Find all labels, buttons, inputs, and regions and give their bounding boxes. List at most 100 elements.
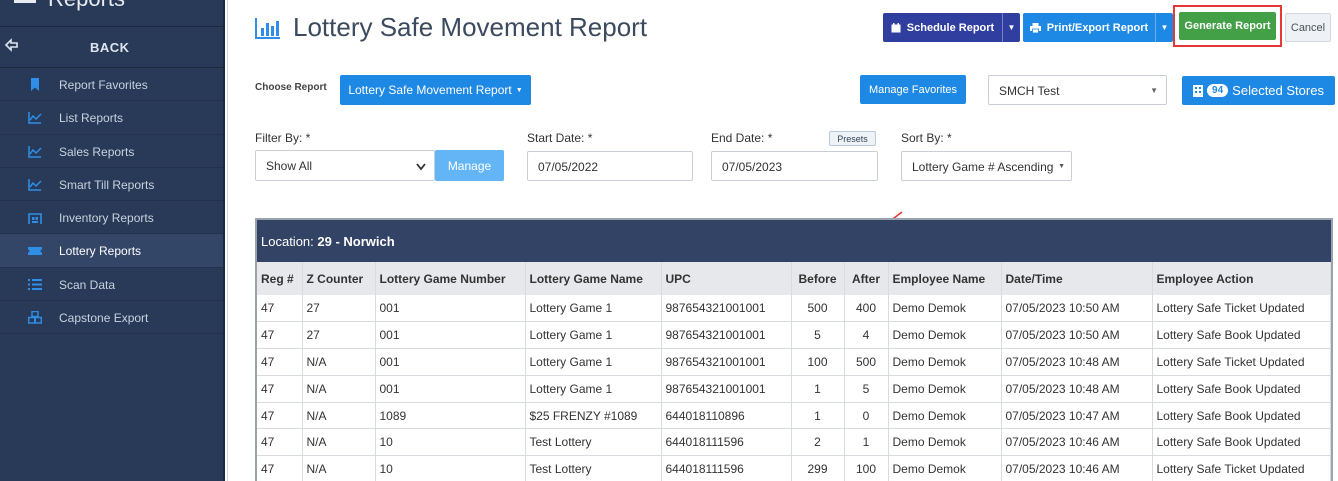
table-cell: 4	[844, 321, 889, 350]
table-cell: 500	[844, 348, 889, 376]
sidebar-item-label: List Reports	[59, 111, 124, 126]
table-cell: 5	[844, 375, 889, 403]
table-cell: 001	[375, 321, 526, 350]
table-cell: 1	[844, 428, 889, 457]
sidebar: Reports BACK Report Favorites List Repor…	[0, 0, 225, 481]
table-cell: 299	[791, 455, 845, 481]
sidebar-item-inventory-reports[interactable]: Inventory Reports	[0, 201, 223, 235]
sort-by-label: Sort By: *	[901, 131, 952, 145]
print-export-button[interactable]: Print/Export Report ▼	[1023, 13, 1173, 42]
column-header[interactable]: Z Counter	[302, 262, 376, 295]
sidebar-item-lottery-reports[interactable]: Lottery Reports	[0, 234, 223, 268]
sidebar-item-label: Capstone Export	[59, 311, 149, 326]
sidebar-item-label: Scan Data	[59, 277, 116, 292]
sidebar-item-report-favorites[interactable]: Report Favorites	[0, 68, 223, 102]
table-cell: Demo Demok	[888, 321, 1002, 350]
manage-favorites-button[interactable]: Manage Favorites	[860, 75, 966, 104]
caret-down-icon: ▼	[515, 86, 523, 94]
generate-report-button[interactable]: Generate Report	[1179, 12, 1276, 40]
table-cell: 10	[375, 428, 526, 457]
selected-stores-button[interactable]: 94 Selected Stores	[1182, 76, 1335, 105]
location-header: Location: 29 - Norwich	[257, 220, 1331, 262]
table-cell: 07/05/2023 10:46 AM	[1001, 428, 1153, 457]
table-cell: 987654321001001	[661, 348, 792, 376]
table-cell: 987654321001001	[661, 375, 792, 403]
line-chart-icon	[28, 178, 42, 191]
back-arrow-icon	[4, 38, 18, 52]
table-cell: 07/05/2023 10:50 AM	[1001, 321, 1153, 350]
back-button[interactable]: BACK	[0, 27, 223, 68]
table-cell: 47	[257, 321, 303, 350]
sidebar-item-sales-reports[interactable]: Sales Reports	[0, 135, 223, 168]
filter-by-select[interactable]: Show All	[255, 150, 435, 181]
column-header[interactable]: Date/Time	[1001, 262, 1153, 295]
presets-button[interactable]: Presets	[829, 131, 876, 146]
table-cell: 47	[257, 428, 303, 457]
table-cell: N/A	[302, 348, 376, 376]
print-dropdown-toggle[interactable]: ▼	[1155, 13, 1173, 42]
table-cell: 0	[844, 402, 889, 430]
caret-down-icon: ▼	[1160, 23, 1169, 32]
filter-by-label: Filter By: *	[255, 131, 311, 145]
table-cell: 10	[375, 455, 526, 481]
column-header[interactable]: Before	[791, 262, 845, 295]
table-cell: 47	[257, 375, 303, 403]
cancel-button[interactable]: Cancel	[1285, 13, 1331, 42]
sidebar-item-label: Sales Reports	[59, 144, 135, 159]
stores-count-badge: 94	[1207, 84, 1229, 97]
column-header[interactable]: Employee Action	[1152, 262, 1331, 295]
generate-highlight-box: Generate Report	[1173, 5, 1282, 47]
sidebar-item-label: Smart Till Reports	[59, 177, 155, 192]
menu-icon[interactable]	[14, 0, 36, 6]
end-date-value: 07/05/2023	[722, 160, 783, 174]
table-cell: 001	[375, 295, 526, 323]
warehouse-icon	[28, 213, 42, 225]
table-cell: 987654321001001	[661, 295, 792, 323]
table-cell: Demo Demok	[888, 295, 1002, 323]
column-header[interactable]: Lottery Game Name	[525, 262, 662, 295]
end-date-input[interactable]: 07/05/2023	[711, 151, 878, 181]
start-date-input[interactable]: 07/05/2022	[527, 151, 693, 181]
print-export-label: Print/Export Report	[1046, 21, 1149, 34]
sidebar-item-capstone-export[interactable]: Capstone Export	[0, 301, 223, 335]
table-cell: Demo Demok	[888, 455, 1002, 481]
ticket-icon	[28, 247, 42, 256]
table-cell: Demo Demok	[888, 375, 1002, 403]
table-cell: Lottery Safe Ticket Updated	[1152, 455, 1331, 481]
caret-down-icon: ▼	[1058, 163, 1065, 170]
sidebar-item-scan-data[interactable]: Scan Data	[0, 268, 223, 302]
column-header[interactable]: Employee Name	[888, 262, 1002, 295]
cubes-icon	[28, 311, 42, 324]
table-cell: 47	[257, 348, 303, 376]
column-header[interactable]: After	[844, 262, 889, 295]
table-row: 47 27 001 Lottery Game 1 987654321001001 5 4 De…	[257, 321, 1331, 350]
table-cell: 1	[791, 375, 845, 403]
table-cell: 47	[257, 402, 303, 430]
calendar-icon	[891, 22, 901, 32]
sidebar-item-list-reports[interactable]: List Reports	[0, 101, 223, 135]
column-header[interactable]: Reg #	[257, 262, 303, 295]
choose-report-dropdown[interactable]: Lottery Safe Movement Report ▼	[340, 75, 531, 105]
table-cell: 400	[844, 295, 889, 323]
manage-filter-button[interactable]: Manage	[435, 150, 504, 181]
list-icon	[28, 278, 42, 290]
table-row: 47 N/A 001 Lottery Game 1 987654321001001 100…	[257, 348, 1331, 376]
column-header[interactable]: Lottery Game Number	[375, 262, 526, 295]
location-label: Location:	[261, 234, 314, 249]
schedule-dropdown-toggle[interactable]: ▼	[1002, 13, 1020, 42]
choose-report-label: Choose Report	[255, 82, 327, 93]
store-select[interactable]: SMCH Test ▼	[988, 75, 1167, 105]
building-icon	[1193, 84, 1204, 97]
start-date-label: Start Date: *	[527, 131, 593, 145]
table-cell: Lottery Game 1	[525, 295, 662, 323]
filter-by-value: Show All	[266, 159, 313, 173]
table-cell: 1089	[375, 402, 526, 430]
column-header[interactable]: UPC	[661, 262, 792, 295]
line-chart-icon	[28, 112, 42, 125]
schedule-report-button[interactable]: Schedule Report ▼	[883, 13, 1020, 42]
table-cell: Lottery Game 1	[525, 348, 662, 376]
sort-by-select[interactable]: Lottery Game # Ascending ▼	[901, 151, 1072, 181]
table-header-row: Reg # Z Counter Lottery Game Number Lott…	[257, 262, 1331, 295]
table-cell: 5	[791, 321, 845, 350]
sidebar-item-smart-till-reports[interactable]: Smart Till Reports	[0, 168, 223, 202]
